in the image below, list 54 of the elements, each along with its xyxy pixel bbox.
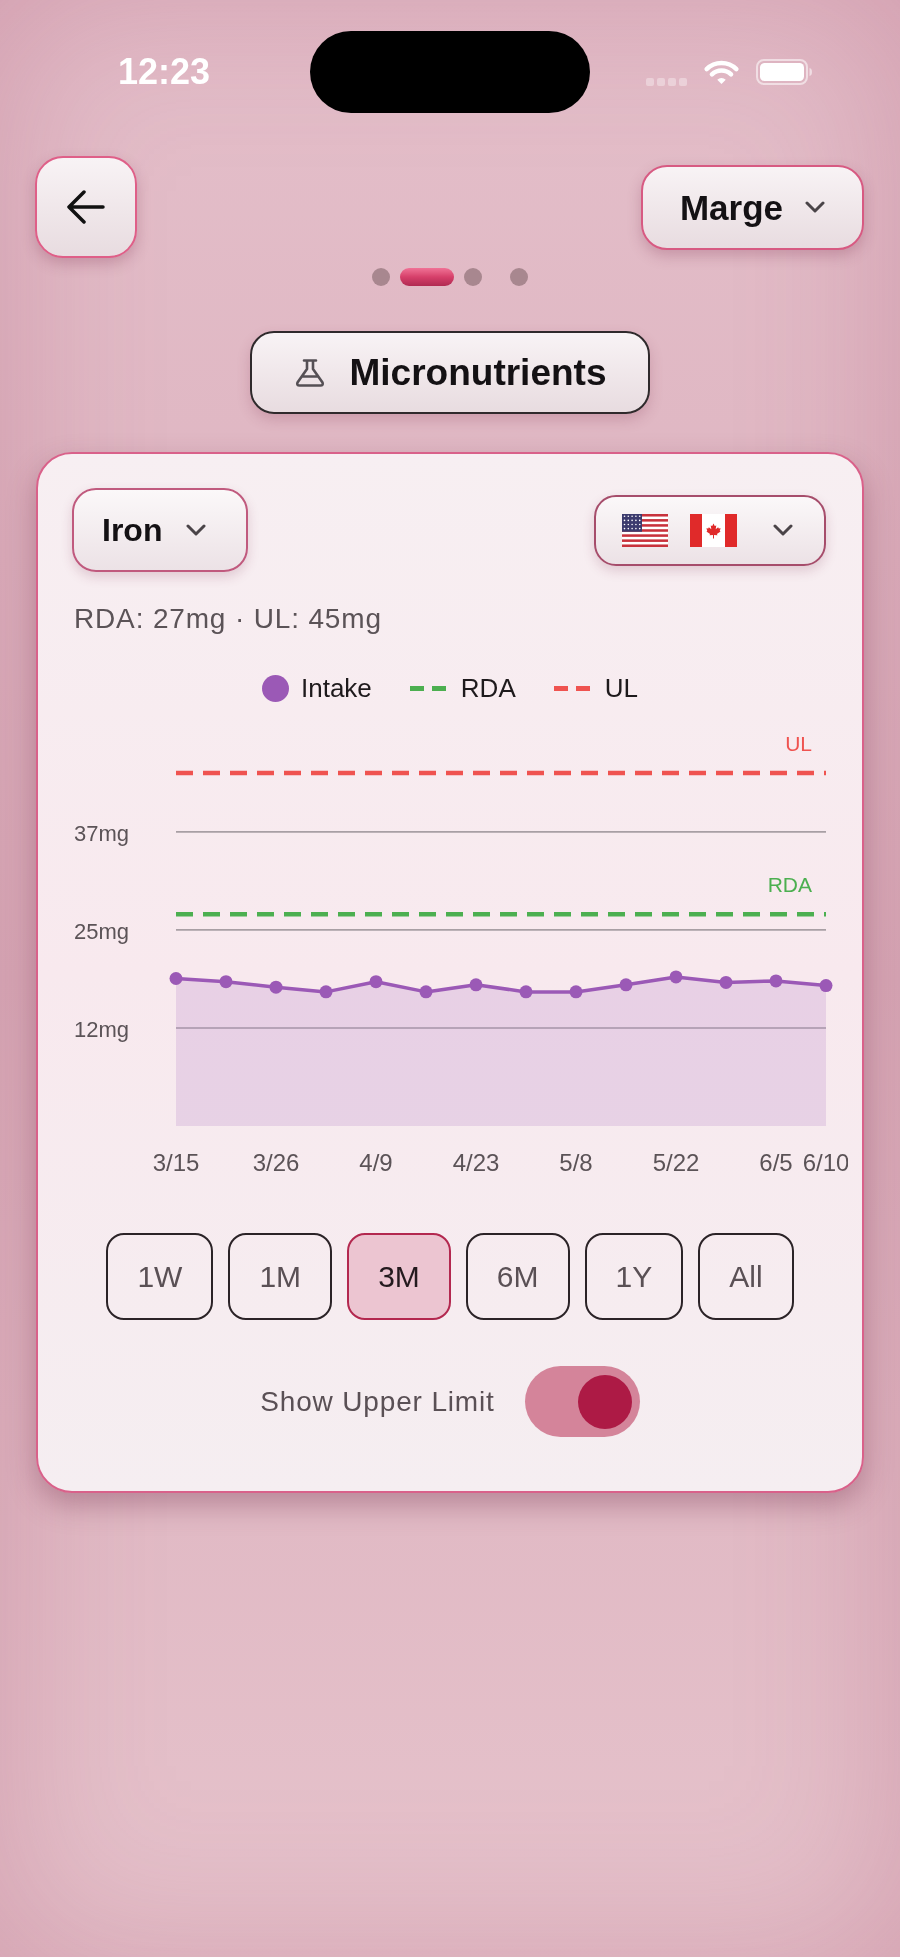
- axis-label: 12mg: [74, 1017, 130, 1043]
- back-button[interactable]: [35, 156, 137, 258]
- axis-label: 37mg: [74, 821, 130, 847]
- back-arrow-icon: [67, 190, 105, 224]
- region-dropdown[interactable]: [594, 494, 826, 566]
- legend-label: RDA: [460, 675, 516, 701]
- data-point: [719, 975, 733, 989]
- data-point: [519, 985, 533, 999]
- data-point: [419, 985, 433, 999]
- nutrient-dropdown[interactable]: Iron: [72, 488, 248, 572]
- axis-label: 4/23: [452, 1148, 500, 1176]
- data-point: [619, 978, 633, 992]
- axis-label: 5/22: [652, 1148, 700, 1176]
- data-point: [219, 975, 233, 989]
- data-point: [319, 985, 333, 999]
- canada-flag-icon: [690, 513, 737, 547]
- profile-dropdown[interactable]: Marge: [641, 164, 864, 250]
- battery-icon: [756, 59, 813, 85]
- range-tab[interactable]: 1W: [106, 1233, 214, 1320]
- axis-label: 6/10: [802, 1148, 848, 1176]
- range-tab[interactable]: 1Y: [584, 1233, 684, 1320]
- toggle-label: Show Upper Limit: [260, 1387, 495, 1416]
- wifi-icon: [703, 58, 740, 86]
- axis-label: 3/15: [152, 1148, 200, 1176]
- range-tab[interactable]: 3M: [347, 1233, 451, 1320]
- data-point: [819, 979, 833, 993]
- chevron-down-icon: [805, 201, 826, 213]
- data-point: [769, 974, 783, 988]
- reference-line-label: UL: [785, 731, 812, 755]
- axis-label: 4/9: [359, 1148, 393, 1176]
- axis-label: 6/5: [759, 1148, 793, 1176]
- range-tab[interactable]: 1M: [228, 1233, 333, 1320]
- range-tab[interactable]: 6M: [465, 1233, 570, 1320]
- status-time: 12:23: [118, 50, 211, 92]
- reference-line-label: RDA: [767, 872, 812, 896]
- chevron-down-icon: [186, 524, 207, 536]
- legend-label: Intake: [301, 675, 372, 701]
- axis-label: 25mg: [74, 919, 130, 945]
- data-point: [369, 975, 383, 989]
- data-point: [169, 972, 183, 985]
- chevron-down-icon: [773, 524, 793, 536]
- data-point: [669, 970, 683, 984]
- section-button[interactable]: Micronutrients: [250, 331, 650, 414]
- axis-label: 3/26: [252, 1148, 300, 1176]
- cellular-signal-icon: [646, 77, 687, 86]
- nutrient-summary: RDA: 27mg · UL: 45mg: [73, 602, 383, 636]
- us-flag-icon: [622, 513, 668, 547]
- data-point: [569, 985, 583, 999]
- data-point: [469, 978, 483, 992]
- axis-label: 5/8: [559, 1148, 593, 1176]
- legend-label: UL: [604, 675, 638, 701]
- flask-icon: [293, 358, 326, 387]
- data-point: [269, 980, 283, 994]
- range-tab[interactable]: All: [698, 1233, 794, 1320]
